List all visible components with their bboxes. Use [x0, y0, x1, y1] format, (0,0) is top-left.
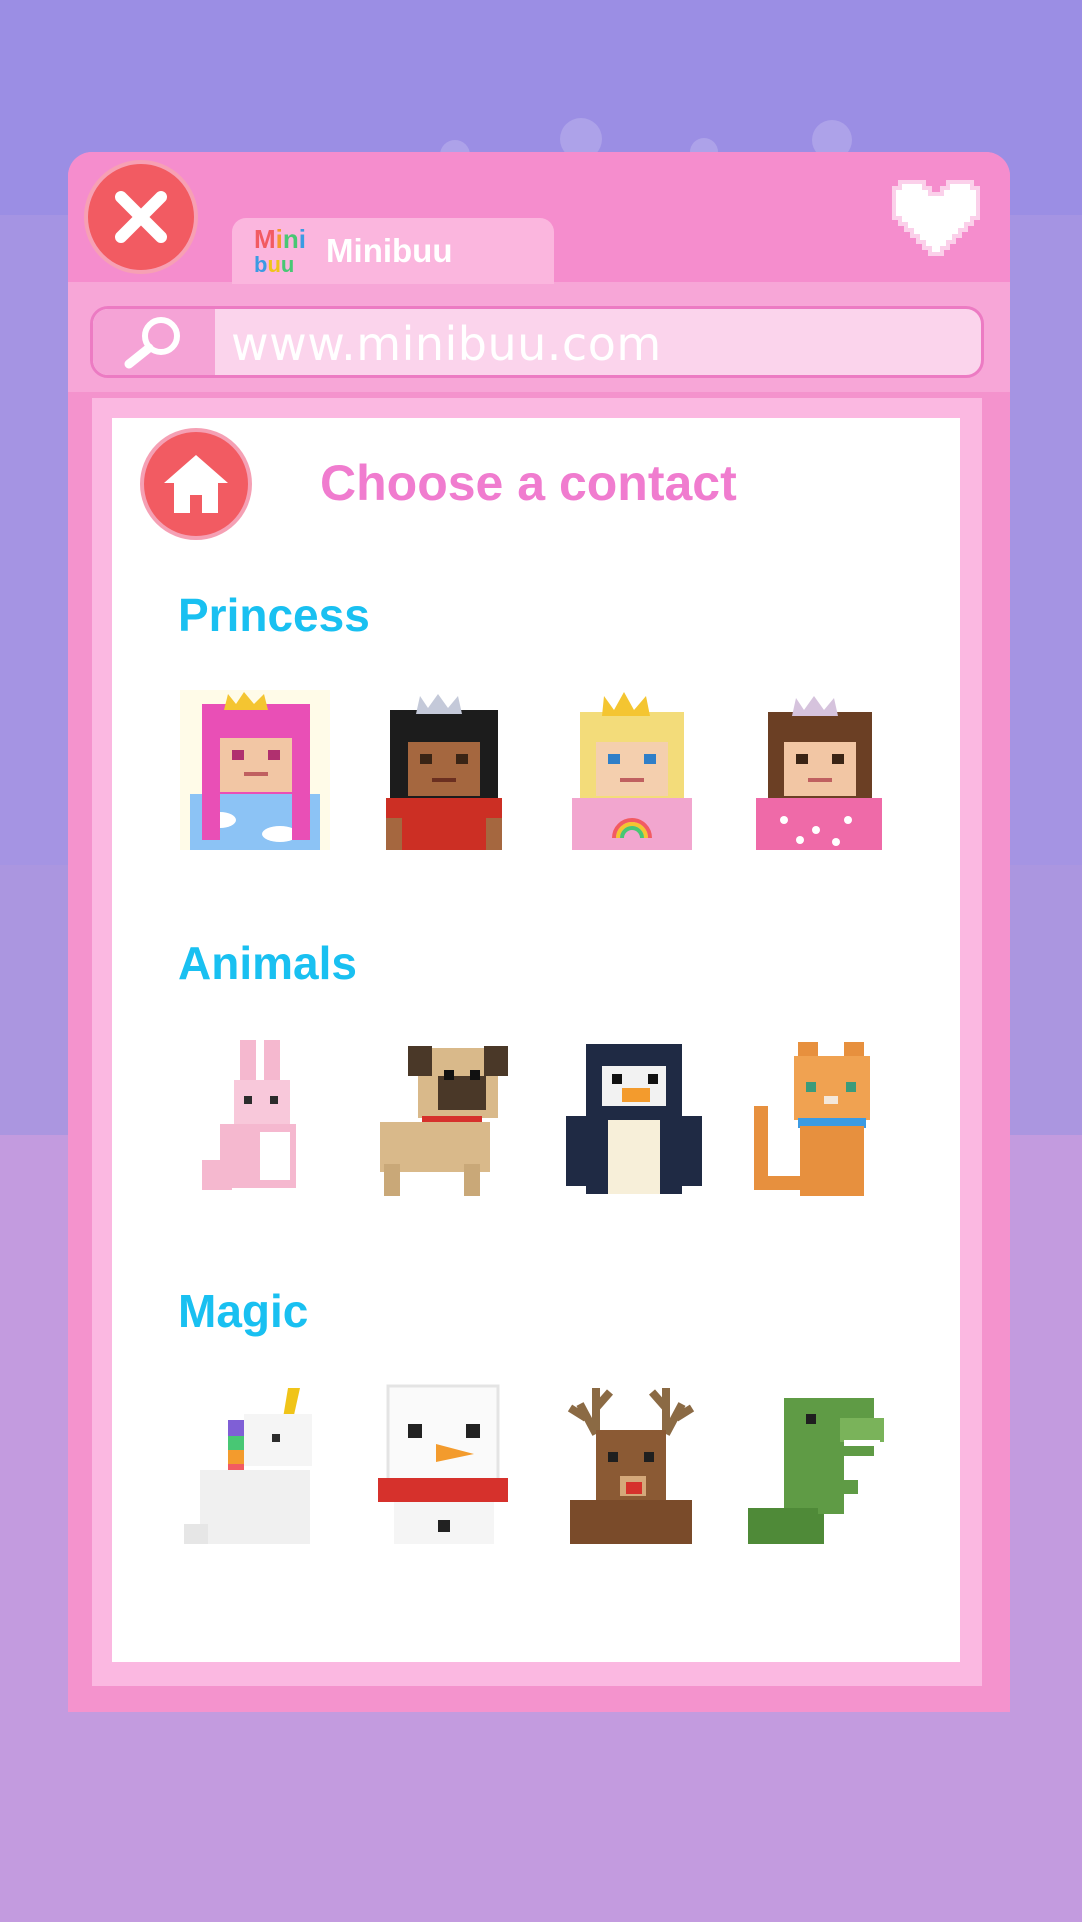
- logo-letter: b: [254, 252, 268, 277]
- search-icon: [124, 317, 180, 369]
- tab-title: Minibuu: [326, 232, 453, 269]
- princess-blonde-avatar[interactable]: [556, 690, 706, 850]
- unicorn-avatar[interactable]: [180, 1384, 330, 1544]
- pug-avatar[interactable]: [368, 1036, 518, 1196]
- browser-tab[interactable]: M i n i b u u Minibuu: [232, 218, 554, 284]
- minibuu-logo: M i n i b u u: [254, 226, 306, 276]
- search-button[interactable]: [93, 309, 215, 375]
- address-text[interactable]: www.minibuu.com: [231, 317, 662, 371]
- heart-icon[interactable]: [888, 176, 984, 260]
- logo-letter: u: [280, 252, 295, 277]
- close-button[interactable]: [84, 160, 198, 274]
- address-bar[interactable]: www.minibuu.com: [90, 306, 984, 378]
- page-title: Choose a contact: [320, 455, 737, 511]
- section-title-princess: Princess: [178, 589, 370, 641]
- logo-letter: n: [282, 224, 299, 254]
- princess-pink-avatar[interactable]: [180, 690, 330, 850]
- logo-letter: i: [275, 224, 283, 254]
- home-icon: [164, 455, 228, 513]
- cat-avatar[interactable]: [744, 1036, 894, 1196]
- logo-letter: M: [254, 224, 276, 254]
- section-title-magic: Magic: [178, 1285, 309, 1337]
- penguin-avatar[interactable]: [556, 1036, 706, 1196]
- dinosaur-avatar[interactable]: [744, 1384, 894, 1544]
- home-button[interactable]: [140, 428, 252, 540]
- bunny-avatar[interactable]: [180, 1036, 330, 1196]
- logo-letter: i: [298, 224, 307, 254]
- snowman-avatar[interactable]: [368, 1384, 518, 1544]
- reindeer-avatar[interactable]: [556, 1384, 706, 1544]
- close-icon: [115, 191, 167, 243]
- section-title-animals: Animals: [178, 937, 357, 989]
- princess-brown-avatar[interactable]: [744, 690, 894, 850]
- logo-letter: u: [267, 252, 281, 277]
- princess-black-avatar[interactable]: [368, 690, 518, 850]
